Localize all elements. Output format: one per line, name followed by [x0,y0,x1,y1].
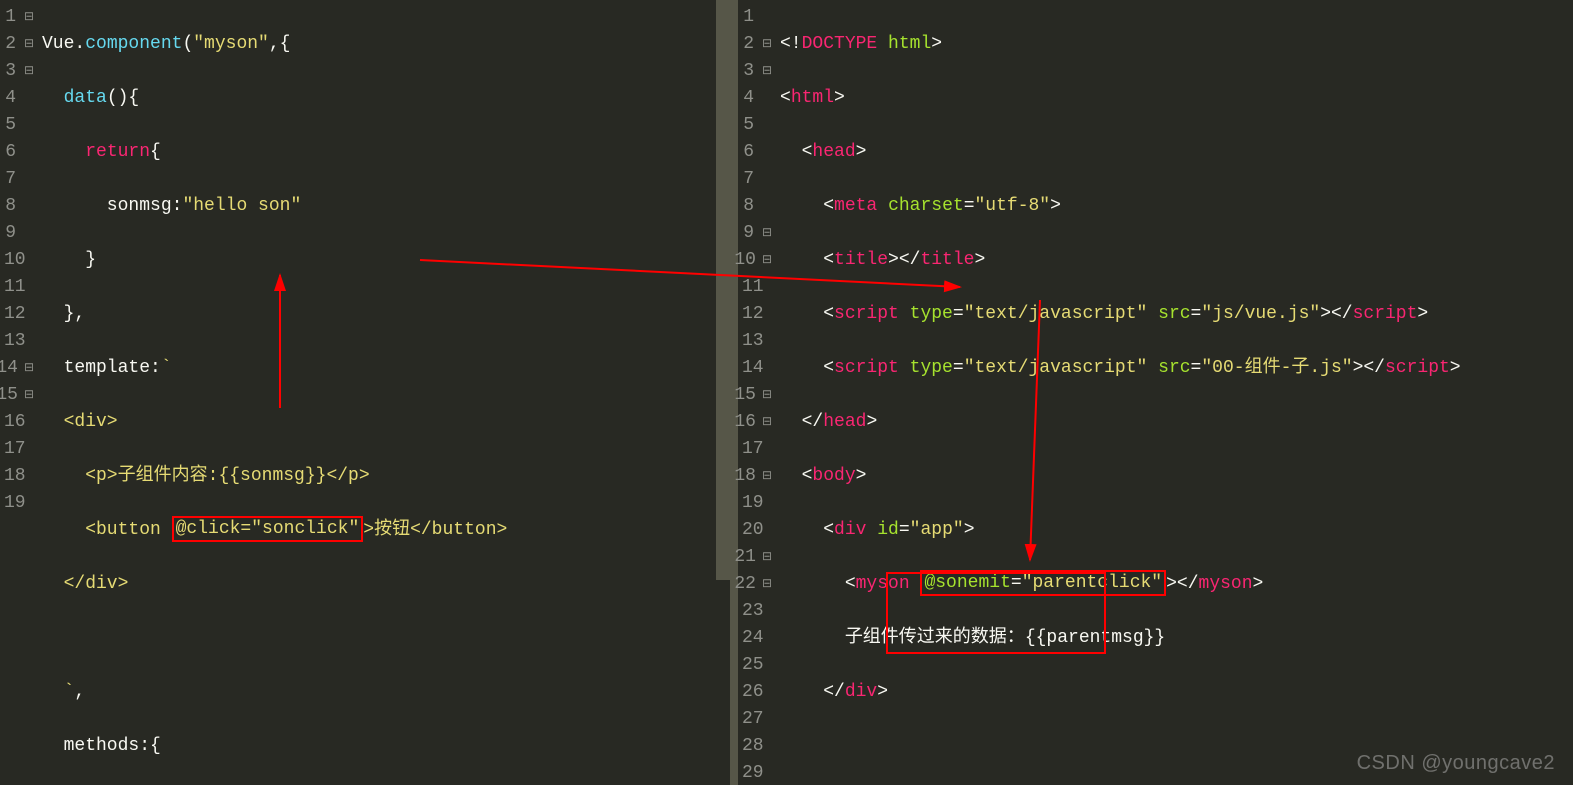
code-area-right[interactable]: <!DOCTYPE html> <html> <head> <meta char… [738,0,1573,785]
editor-pane-left: 1⊟2⊟3⊟ 456 789 101112 1314⊟15⊟ 161718 19… [0,0,730,785]
annotation-box-click: @click="sonclick" [172,516,364,542]
token: Vue [42,34,74,54]
annotation-box-parentclick [886,572,1106,654]
editor-workspace: 1⊟2⊟3⊟ 456 789 101112 1314⊟15⊟ 161718 19… [0,0,1573,785]
watermark: CSDN @youngcave2 [1357,752,1555,775]
code-area-left[interactable]: Vue.component("myson",{ data(){ return{ … [0,0,730,785]
editor-pane-right: 12⊟3⊟ 456 789⊟ 10⊟1112 131415⊟ 16⊟1718⊟ … [738,0,1573,785]
scrollbar-left[interactable] [716,0,730,580]
